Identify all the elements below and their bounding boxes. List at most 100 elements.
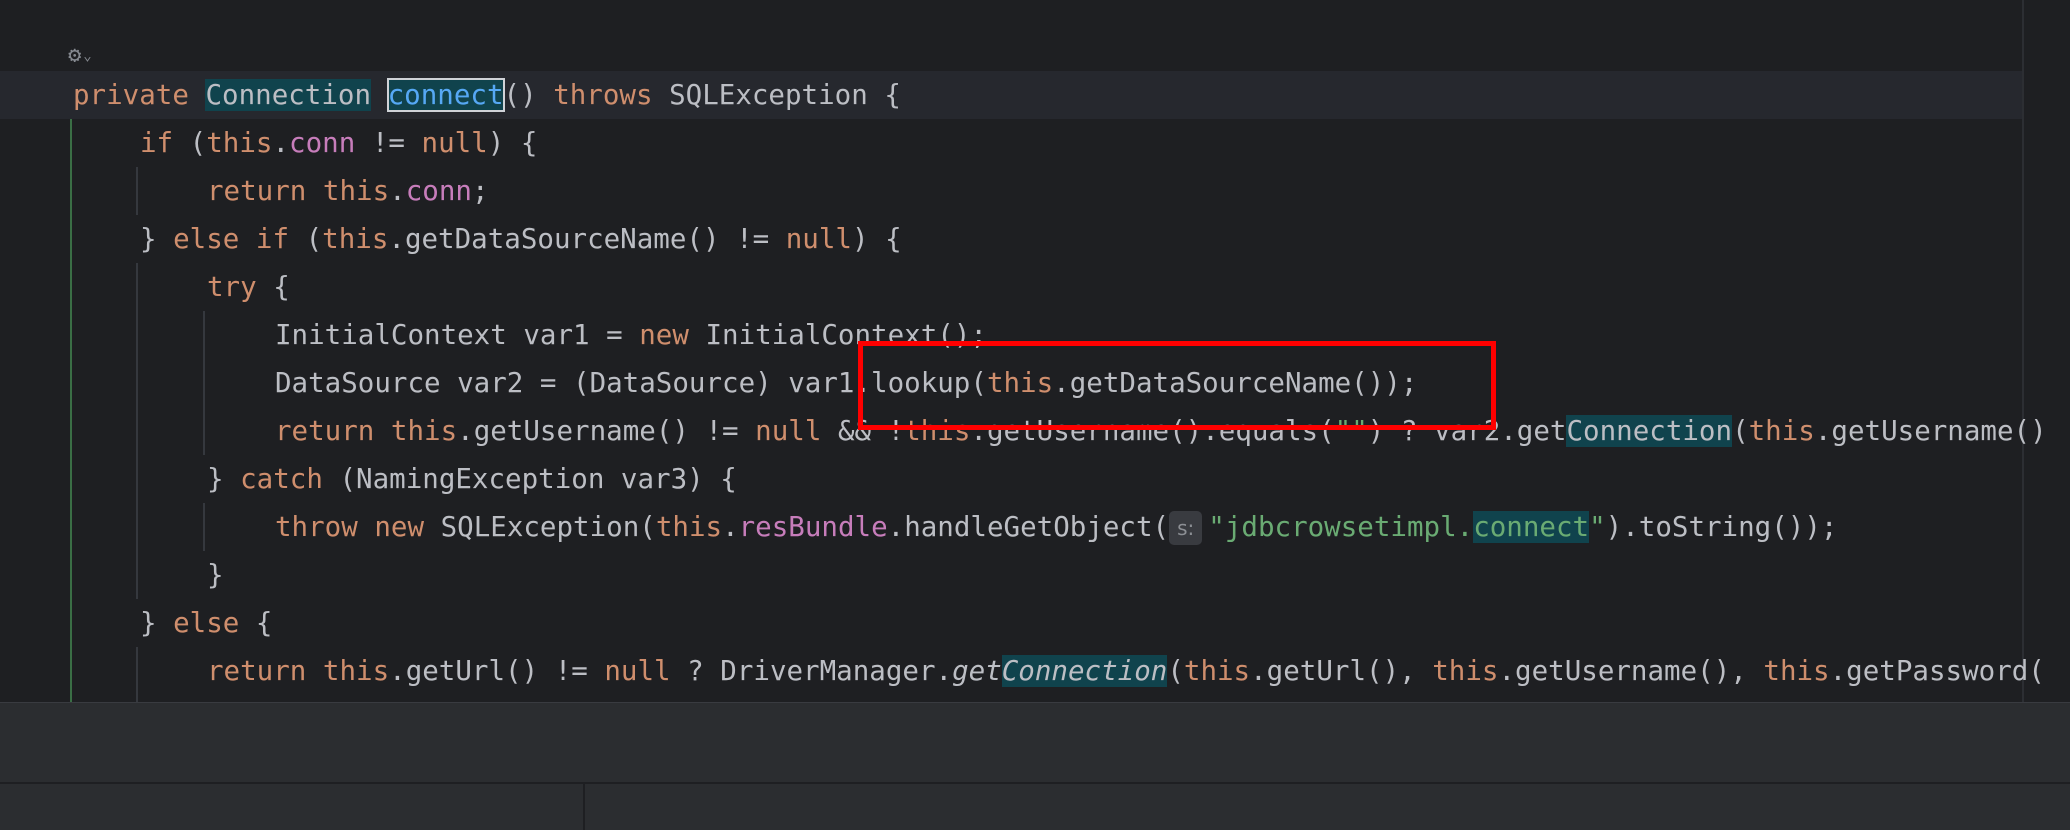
keyword-token[interactable]: return [275, 415, 374, 447]
code-token[interactable]: ; [472, 175, 489, 207]
code-line[interactable]: } catch (NamingException var3) { [207, 455, 737, 503]
code-token[interactable]: .getUsername() != [457, 415, 755, 447]
code-token[interactable]: ( [1167, 655, 1184, 687]
code-token[interactable]: . [272, 127, 289, 159]
code-line-method-signature[interactable]: private Connection connect() throws SQLE… [73, 71, 901, 119]
method-token[interactable]: get [952, 655, 1002, 687]
keyword-token[interactable]: null [604, 655, 670, 687]
keyword-token[interactable]: this [1432, 655, 1498, 687]
string-token[interactable]: " [1589, 511, 1606, 543]
indent-guide [203, 503, 205, 551]
code-token[interactable]: () [504, 79, 554, 111]
usage-highlight-token[interactable]: Connection [205, 79, 372, 111]
code-token[interactable]: ) { [852, 223, 902, 255]
inlay-settings-icon[interactable]: ⚙ ⌄ [68, 42, 112, 70]
keyword-token[interactable]: new [374, 511, 424, 543]
keyword-token[interactable]: try [207, 271, 257, 303]
code-token[interactable] [189, 79, 206, 111]
code-token[interactable]: .handleGetObject( [888, 511, 1169, 543]
method-usage-highlight-token[interactable]: Connection [1001, 655, 1168, 687]
code-token[interactable] [358, 511, 375, 543]
code-token[interactable]: .getUrl(), [1250, 655, 1432, 687]
code-line[interactable]: } else if (this.getDataSourceName() != n… [140, 215, 902, 263]
code-line[interactable]: } else { [140, 599, 272, 647]
code-token[interactable]: ).toString()); [1606, 511, 1838, 543]
field-token[interactable]: conn [406, 175, 472, 207]
tool-window-panel[interactable] [0, 702, 2070, 783]
keyword-token[interactable]: throws [553, 79, 652, 111]
code-token[interactable]: SQLException( [424, 511, 656, 543]
keyword-token[interactable]: null [786, 223, 852, 255]
code-line[interactable]: if (this.conn != null) { [140, 119, 537, 167]
method-indent-guide [70, 119, 72, 702]
field-token[interactable]: conn [289, 127, 355, 159]
code-token[interactable]: ( [289, 223, 323, 255]
code-token[interactable]: .getPassword( [1830, 655, 2045, 687]
keyword-token[interactable]: throw [275, 511, 358, 543]
caret-symbol-token[interactable]: connect [386, 78, 505, 112]
string-usage-highlight-token[interactable]: connect [1473, 511, 1590, 543]
code-token[interactable]: ( [173, 127, 207, 159]
keyword-token[interactable]: else if [173, 223, 289, 255]
status-bar-divider [583, 784, 585, 830]
keyword-token[interactable]: this [322, 223, 388, 255]
code-token[interactable]: (NamingException var3) { [323, 463, 736, 495]
keyword-token[interactable]: this [323, 175, 389, 207]
keyword-token[interactable]: if [140, 127, 173, 159]
keyword-token[interactable]: this [206, 127, 272, 159]
keyword-token[interactable]: this [323, 655, 389, 687]
keyword-token[interactable]: this [1763, 655, 1829, 687]
field-token[interactable]: resBundle [739, 511, 888, 543]
code-line[interactable]: return this.getUrl() != null ? DriverMan… [207, 647, 2045, 695]
keyword-token[interactable]: else [173, 607, 239, 639]
parameter-hint: s: [1169, 511, 1203, 545]
code-token[interactable]: .getDataSourceName() != [388, 223, 785, 255]
code-token[interactable]: .getUsername() [1815, 415, 2047, 447]
keyword-token[interactable]: return [207, 655, 306, 687]
code-line[interactable]: try { [207, 263, 290, 311]
string-token[interactable]: "jdbcrowsetimpl. [1208, 511, 1473, 543]
right-margin-guide [2022, 0, 2024, 702]
code-token[interactable]: .getUsername(), [1498, 655, 1763, 687]
code-token[interactable]: } [140, 223, 173, 255]
code-token[interactable]: SQLException { [653, 79, 901, 111]
code-token[interactable]: ) { [488, 127, 538, 159]
code-token[interactable]: } [207, 463, 240, 495]
code-token[interactable]: } [140, 607, 173, 639]
keyword-token[interactable]: null [422, 127, 488, 159]
code-token[interactable]: . [389, 175, 406, 207]
keyword-token[interactable]: null [755, 415, 821, 447]
code-token[interactable]: . [722, 511, 739, 543]
code-token[interactable] [371, 79, 388, 111]
code-token[interactable] [306, 655, 323, 687]
code-token[interactable]: InitialContext var1 = [275, 319, 639, 351]
code-token[interactable]: ? DriverManager. [671, 655, 952, 687]
keyword-token[interactable]: this [1749, 415, 1815, 447]
code-token[interactable] [306, 175, 323, 207]
code-token[interactable]: } [207, 559, 224, 591]
keyword-token[interactable]: this [656, 511, 722, 543]
code-token[interactable]: .getUrl() != [389, 655, 604, 687]
indent-guide [136, 263, 138, 599]
code-token[interactable]: != [355, 127, 421, 159]
chevron-down-icon[interactable]: ⌄ [83, 48, 91, 64]
code-line[interactable]: } [207, 551, 224, 599]
keyword-token[interactable]: new [639, 319, 689, 351]
usage-highlight-token[interactable]: Connection [1566, 415, 1733, 447]
code-editor[interactable]: ⚙ ⌄ private Connection connect() throws S… [0, 0, 2070, 702]
code-line[interactable]: return this.conn; [207, 167, 489, 215]
indent-guide [136, 647, 138, 702]
code-token[interactable]: { [239, 607, 273, 639]
code-line[interactable]: throw new SQLException(this.resBundle.ha… [275, 503, 1837, 551]
status-bar [0, 782, 2070, 830]
indent-guide [136, 167, 138, 215]
code-token[interactable] [374, 415, 391, 447]
code-token[interactable]: ( [1732, 415, 1749, 447]
keyword-token[interactable]: private [73, 79, 189, 111]
keyword-token[interactable]: catch [240, 463, 323, 495]
code-token[interactable]: { [257, 271, 290, 303]
keyword-token[interactable]: this [391, 415, 457, 447]
keyword-token[interactable]: return [207, 175, 306, 207]
keyword-token[interactable]: this [1184, 655, 1250, 687]
red-annotation-box [858, 341, 1496, 430]
